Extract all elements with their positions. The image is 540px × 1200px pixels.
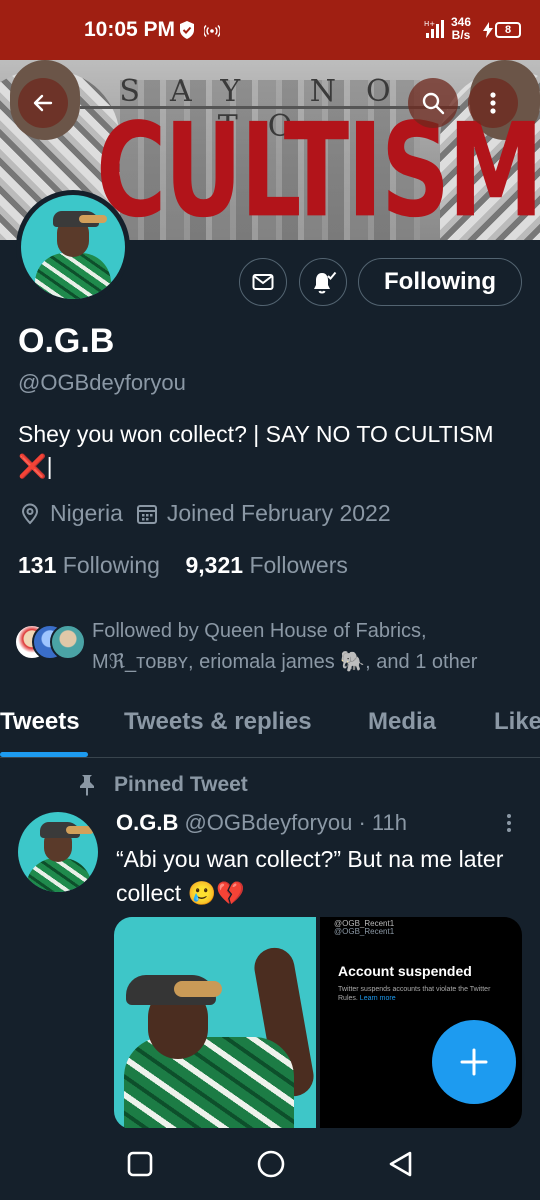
notifications-button[interactable] <box>299 258 347 306</box>
screenshot-description: Twitter suspends accounts that violate t… <box>338 985 508 1003</box>
tweet-text: “Abi you wan collect?” But na me later c… <box>116 846 504 906</box>
circle-icon <box>257 1150 285 1178</box>
tweet-more-button[interactable] <box>504 812 514 841</box>
followers-count: 9,321 <box>185 552 244 578</box>
system-navigation-bar <box>0 1128 540 1200</box>
location-icon <box>21 503 39 524</box>
screenshot-title: Account suspended <box>338 963 472 979</box>
followed-by-avatars[interactable] <box>14 624 86 662</box>
signal-icon: H+ <box>424 18 444 45</box>
photo-shirt <box>124 1037 294 1129</box>
screenshot-handle: @OGB_Recent1 <box>334 927 395 936</box>
search-icon <box>422 92 445 115</box>
following-count: 131 <box>18 552 57 578</box>
active-tab-indicator <box>0 752 88 757</box>
more-vertical-icon <box>490 92 496 114</box>
avatar-shirt <box>26 858 92 892</box>
screenshot-learn-more: Learn more <box>359 995 396 1002</box>
profile-joined: Joined February 2022 <box>166 500 391 526</box>
mail-icon <box>252 274 274 290</box>
status-bar: 10:05 PM H+ 346 B/s 8 <box>0 0 540 60</box>
more-options-button[interactable] <box>468 78 518 128</box>
back-button[interactable] <box>18 78 68 128</box>
pinned-text: Pinned Tweet <box>114 773 248 796</box>
tweet-time: · 11h <box>358 810 407 835</box>
shield-check-icon <box>178 20 196 45</box>
followed-by-text[interactable]: Followed by Queen House of Fabrics, Mℜ_ᴛ… <box>92 616 532 678</box>
hotspot-icon <box>203 24 221 42</box>
photo-cap <box>126 975 222 1005</box>
followers-count-link[interactable]: 9,321 Followers <box>185 552 347 578</box>
tweet-author-name[interactable]: O.G.B <box>116 810 178 835</box>
tab-media[interactable]: Media <box>368 708 436 736</box>
pin-icon <box>80 775 94 796</box>
more-vertical-icon <box>507 814 511 832</box>
tweet-photo-left[interactable] <box>114 917 317 1129</box>
network-speed-unit: B/s <box>451 28 471 42</box>
avatar-shirt <box>35 253 111 299</box>
tweet-header: O.G.B @OGBdeyforyou · 11h <box>116 810 407 836</box>
home-button[interactable] <box>256 1149 286 1184</box>
profile-location: Nigeria <box>50 500 123 526</box>
display-name: O.G.B <box>18 322 115 360</box>
compose-tweet-button[interactable] <box>432 1020 516 1104</box>
back-nav-button[interactable] <box>386 1149 416 1184</box>
profile-bio: Shey you won collect? | SAY NO TO CULTIS… <box>18 421 494 479</box>
pinned-label: Pinned Tweet <box>78 773 248 797</box>
message-button[interactable] <box>239 258 287 306</box>
triangle-back-icon <box>389 1151 412 1177</box>
search-button[interactable] <box>408 78 458 128</box>
bell-check-icon <box>314 271 337 294</box>
tweet-author-handle: @OGBdeyforyou <box>184 810 353 835</box>
avatar-cap <box>40 822 94 838</box>
tab-likes[interactable]: Likes <box>494 708 540 736</box>
avatar-image <box>21 195 125 299</box>
calendar-icon <box>136 504 157 524</box>
tab-tweets-replies[interactable]: Tweets & replies <box>124 708 312 736</box>
following-label: Following <box>62 552 160 578</box>
battery-indicator: 8 <box>495 22 521 38</box>
profile-tabs: Tweets Tweets & replies Media Likes <box>0 700 540 758</box>
avatar-cap <box>53 211 107 227</box>
profile-meta: Nigeria Joined February 2022 <box>18 500 403 527</box>
square-icon <box>127 1151 153 1177</box>
following-button[interactable]: Following <box>358 258 522 306</box>
network-speed: 346 B/s <box>451 16 471 42</box>
arrow-left-icon <box>33 94 53 112</box>
follow-counts: 131 Following 9,321 Followers <box>18 552 348 579</box>
followers-label: Followers <box>249 552 348 578</box>
tab-tweets[interactable]: Tweets <box>0 708 80 736</box>
user-handle: @OGBdeyforyou <box>18 370 186 395</box>
following-count-link[interactable]: 131 Following <box>18 552 160 578</box>
avatar <box>50 624 86 660</box>
status-time: 10:05 PM <box>84 18 176 41</box>
tweet-avatar[interactable] <box>18 812 98 892</box>
recents-button[interactable] <box>126 1150 154 1183</box>
plus-icon <box>460 1048 488 1076</box>
svg-text:H+: H+ <box>424 20 435 28</box>
charging-icon <box>482 22 494 43</box>
profile-avatar[interactable] <box>16 190 130 304</box>
banner-text-main: CULTISM <box>96 95 540 240</box>
